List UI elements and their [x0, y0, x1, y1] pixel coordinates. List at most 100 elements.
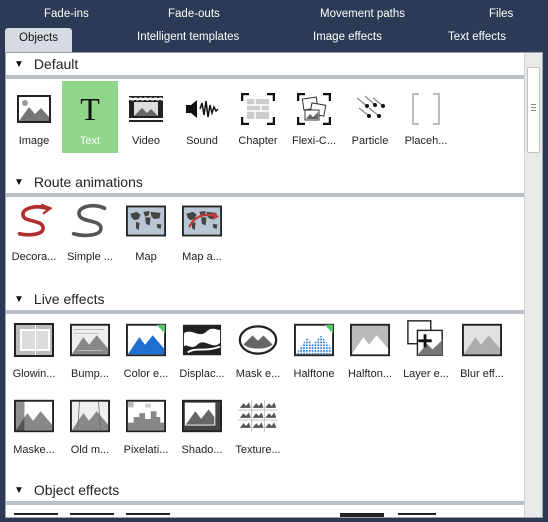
item-label: Image: [18, 135, 50, 147]
glowing-icon: [14, 322, 54, 358]
tab-movement-paths[interactable]: Movement paths: [320, 8, 405, 20]
section-title: Route animations: [33, 174, 143, 190]
image-icon: [14, 91, 54, 127]
item-blur-effect[interactable]: Blur eff...: [454, 314, 510, 386]
item-map-animation[interactable]: Map a...: [174, 197, 230, 269]
item-label: Sound: [186, 135, 218, 147]
tab-intelligent-templates[interactable]: Intelligent templates: [137, 31, 239, 43]
item-layer-effect[interactable]: Layer e...: [398, 314, 454, 386]
sound-icon: [182, 91, 222, 127]
item-image[interactable]: Image: [6, 81, 62, 153]
item-label: Layer e...: [403, 368, 449, 380]
displacement-icon: [182, 322, 222, 358]
item-label: Texture...: [235, 444, 281, 456]
tab-row-bottom: Objects Intelligent templates Image effe…: [0, 28, 548, 54]
tab-row-top: Fade-ins Fade-outs Movement paths Files: [0, 5, 548, 29]
objects-list: ▼ Default Image T Text Video Sound Chapt…: [6, 53, 525, 517]
vertical-scrollbar[interactable]: [524, 53, 542, 517]
halftone-icon: [294, 322, 334, 358]
item-bump[interactable]: Bump...: [62, 314, 118, 386]
item-video[interactable]: Video: [118, 81, 174, 153]
grip-icon: [531, 104, 536, 111]
item-map[interactable]: Map: [118, 197, 174, 269]
scrollbar-thumb[interactable]: [527, 67, 540, 153]
item-flexi-collage[interactable]: Flexi-C...: [286, 81, 342, 153]
old-movie-icon: [70, 398, 110, 434]
object-effects-partial-row: [6, 505, 525, 517]
video-icon: [126, 91, 166, 127]
item-label: Old m...: [70, 444, 110, 456]
tab-objects[interactable]: Objects: [5, 28, 72, 54]
item-label: Glowin...: [12, 368, 56, 380]
item-pixelation[interactable]: Pixelati...: [118, 390, 174, 462]
tab-text-effects[interactable]: Text effects: [448, 31, 506, 43]
item-label: Decora...: [11, 251, 57, 263]
section-route-animations: ▼ Route animations Decora... Simple ...: [6, 171, 525, 273]
item-label: Flexi-C...: [292, 135, 336, 147]
item-sound[interactable]: Sound: [174, 81, 230, 153]
item-label: Halftone: [293, 368, 335, 380]
layer-effect-icon: [406, 320, 446, 356]
tab-image-effects[interactable]: Image effects: [313, 31, 382, 43]
bump-icon: [70, 322, 110, 358]
map-icon: [126, 203, 166, 239]
chapter-icon: [238, 91, 278, 127]
item-label: Map a...: [182, 251, 222, 263]
section-header-object-effects[interactable]: ▼ Object effects: [6, 479, 525, 501]
collapse-arrow-icon[interactable]: ▼: [14, 177, 24, 188]
item-halftone-bw[interactable]: Halfton...: [342, 314, 398, 386]
item-halftone[interactable]: Halftone: [286, 314, 342, 386]
section-header-live-effects[interactable]: ▼ Live effects: [6, 288, 525, 310]
collapse-arrow-icon[interactable]: ▼: [14, 485, 24, 496]
partial-thumb: [126, 513, 170, 515]
item-masked[interactable]: Maske...: [6, 390, 62, 462]
shadow-icon: [182, 398, 222, 434]
item-label: Mask e...: [235, 368, 281, 380]
section-header-default[interactable]: ▼ Default: [6, 53, 525, 75]
tab-fade-outs[interactable]: Fade-outs: [168, 8, 220, 20]
decorative-route-icon: [14, 203, 54, 239]
collapse-arrow-icon[interactable]: ▼: [14, 59, 24, 70]
item-text[interactable]: T Text: [62, 81, 118, 153]
section-live-effects: ▼ Live effects Glowin... Bump... Color e…: [6, 288, 525, 484]
item-label: Bump...: [71, 368, 109, 380]
item-color-effect[interactable]: Color e...: [118, 314, 174, 386]
item-particle[interactable]: Particle: [342, 81, 398, 153]
section-default: ▼ Default Image T Text Video Sound Chapt…: [6, 53, 525, 155]
item-old-movie[interactable]: Old m...: [62, 390, 118, 462]
item-simple-route[interactable]: Simple ...: [62, 197, 118, 269]
item-chapter[interactable]: Chapter: [230, 81, 286, 153]
item-texture[interactable]: Texture...: [230, 390, 286, 462]
item-placeholder[interactable]: Placeh...: [398, 81, 454, 153]
item-label: Halfton...: [347, 368, 393, 380]
flexi-collage-icon: [294, 91, 334, 127]
section-title: Object effects: [33, 482, 120, 498]
item-label: Chapter: [238, 135, 278, 147]
color-effect-icon: [126, 322, 166, 358]
placeholder-icon: [406, 91, 446, 127]
item-label: Displac...: [179, 368, 225, 380]
partial-thumb: [340, 513, 384, 517]
texture-icon: [238, 398, 278, 434]
section-header-route-animations[interactable]: ▼ Route animations: [6, 171, 525, 193]
section-object-effects: ▼ Object effects: [6, 479, 525, 517]
item-label: Particle: [351, 135, 389, 147]
item-displacement[interactable]: Displac...: [174, 314, 230, 386]
item-label: Text: [79, 135, 101, 147]
tab-files[interactable]: Files: [489, 8, 513, 20]
item-label: Shado...: [181, 444, 223, 456]
simple-route-icon: [70, 203, 110, 239]
mask-effect-icon: [238, 322, 278, 358]
item-shadow[interactable]: Shado...: [174, 390, 230, 462]
item-label: Video: [132, 135, 160, 147]
section-title: Live effects: [33, 291, 105, 307]
section-title: Default: [33, 56, 79, 72]
item-decorative-route[interactable]: Decora...: [6, 197, 62, 269]
tab-fade-ins[interactable]: Fade-ins: [44, 8, 89, 20]
item-glowing[interactable]: Glowin...: [6, 314, 62, 386]
blur-effect-icon: [462, 322, 502, 358]
collapse-arrow-icon[interactable]: ▼: [14, 294, 24, 305]
partial-thumb: [14, 513, 58, 515]
item-mask-effect[interactable]: Mask e...: [230, 314, 286, 386]
pixelation-icon: [126, 398, 166, 434]
